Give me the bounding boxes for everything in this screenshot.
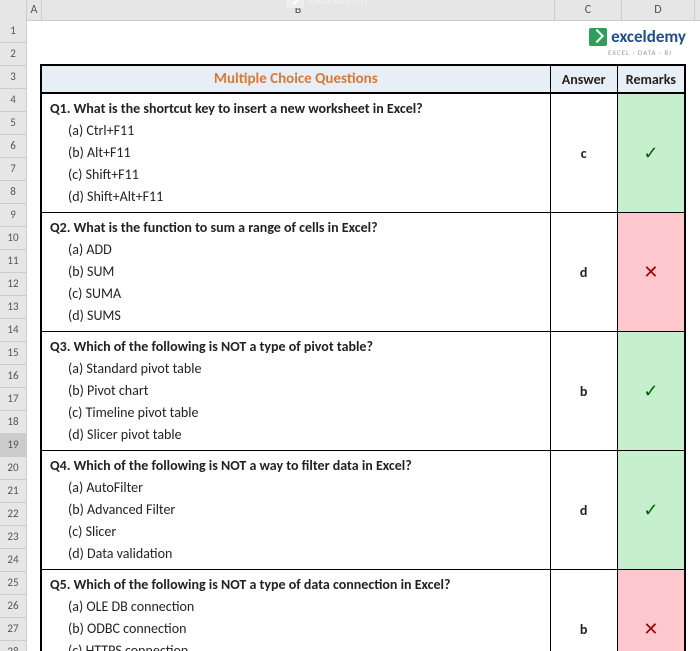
- question-text: Q3. Which of the following is NOT a type…: [50, 336, 542, 358]
- option-text: (a) Standard pivot table: [50, 358, 542, 380]
- answer-cell[interactable]: b: [550, 332, 617, 451]
- row-headers: 1234567891011121314151617181920212223242…: [0, 20, 27, 651]
- row-header-17[interactable]: 17: [0, 388, 26, 411]
- check-icon: ✓: [617, 93, 685, 213]
- question-text: Q2. What is the function to sum a range …: [50, 217, 542, 239]
- option-text: (c) HTTPS connection: [50, 640, 542, 651]
- option-text: (d) SUMS: [50, 305, 542, 327]
- row-header-21[interactable]: 21: [0, 480, 26, 503]
- option-text: (b) Alt+F11: [50, 142, 542, 164]
- row-header-26[interactable]: 26: [0, 595, 26, 618]
- table-header-row: Multiple Choice Questions Answer Remarks: [41, 65, 685, 93]
- col-header-d[interactable]: D: [622, 0, 695, 20]
- row-header-2[interactable]: 2: [0, 43, 26, 66]
- question-cell[interactable]: Q4. Which of the following is NOT a way …: [41, 451, 550, 570]
- option-text: (b) ODBC connection: [50, 618, 542, 640]
- row-header-20[interactable]: 20: [0, 457, 26, 480]
- option-text: (d) Shift+Alt+F11: [50, 186, 542, 208]
- row-header-8[interactable]: 8: [0, 181, 26, 204]
- answer-cell[interactable]: d: [550, 213, 617, 332]
- logo-text: exceldemy: [611, 26, 686, 47]
- question-row: Q3. Which of the following is NOT a type…: [41, 332, 685, 451]
- question-cell[interactable]: Q3. Which of the following is NOT a type…: [41, 332, 550, 451]
- header-answer: Answer: [550, 65, 617, 93]
- logo-icon: [589, 28, 607, 46]
- option-text: (c) Timeline pivot table: [50, 402, 542, 424]
- question-text: Q1. What is the shortcut key to insert a…: [50, 98, 542, 120]
- question-row: Q5. Which of the following is NOT a type…: [41, 570, 685, 651]
- row-header-22[interactable]: 22: [0, 503, 26, 526]
- option-text: (b) Advanced Filter: [50, 499, 542, 521]
- row-header-1[interactable]: 1: [0, 20, 26, 43]
- row-header-9[interactable]: 9: [0, 204, 26, 227]
- answer-cell[interactable]: c: [550, 93, 617, 213]
- column-headers: A B C D: [0, 0, 700, 21]
- question-cell[interactable]: Q1. What is the shortcut key to insert a…: [41, 93, 550, 213]
- col-header-a[interactable]: A: [27, 0, 42, 20]
- row-header-7[interactable]: 7: [0, 158, 26, 181]
- row-header-27[interactable]: 27: [0, 618, 26, 641]
- spreadsheet: A B C D 12345678910111213141516171819202…: [0, 0, 700, 651]
- row-header-6[interactable]: 6: [0, 135, 26, 158]
- row-header-3[interactable]: 3: [0, 66, 26, 89]
- row-header-4[interactable]: 4: [0, 89, 26, 112]
- option-text: (c) SUMA: [50, 283, 542, 305]
- brand-logo: exceldemy: [589, 26, 686, 47]
- row-header-11[interactable]: 11: [0, 250, 26, 273]
- cross-icon: ✕: [617, 213, 685, 332]
- option-text: (a) Ctrl+F11: [50, 120, 542, 142]
- option-text: (a) OLE DB connection: [50, 596, 542, 618]
- row-header-12[interactable]: 12: [0, 273, 26, 296]
- cross-icon: ✕: [617, 570, 685, 651]
- logo-row: exceldemy EXCEL · DATA · BI: [40, 20, 700, 64]
- row-header-15[interactable]: 15: [0, 342, 26, 365]
- row-header-5[interactable]: 5: [0, 112, 26, 135]
- question-row: Q2. What is the function to sum a range …: [41, 213, 685, 332]
- question-row: Q4. Which of the following is NOT a way …: [41, 451, 685, 570]
- row-header-14[interactable]: 14: [0, 319, 26, 342]
- col-header-c[interactable]: C: [555, 0, 622, 20]
- option-text: (a) ADD: [50, 239, 542, 261]
- question-cell[interactable]: Q5. Which of the following is NOT a type…: [41, 570, 550, 651]
- row-header-24[interactable]: 24: [0, 549, 26, 572]
- row-header-13[interactable]: 13: [0, 296, 26, 319]
- question-row: Q1. What is the shortcut key to insert a…: [41, 93, 685, 213]
- question-text: Q5. Which of the following is NOT a type…: [50, 574, 542, 596]
- option-text: (c) Shift+F11: [50, 164, 542, 186]
- row-header-10[interactable]: 10: [0, 227, 26, 250]
- row-header-28[interactable]: 28: [0, 641, 26, 651]
- logo-subtext: EXCEL · DATA · BI: [40, 48, 686, 57]
- question-cell[interactable]: Q2. What is the function to sum a range …: [41, 213, 550, 332]
- option-text: (a) AutoFilter: [50, 477, 542, 499]
- check-icon: ✓: [617, 451, 685, 570]
- option-text: (b) Pivot chart: [50, 380, 542, 402]
- option-text: (d) Data validation: [50, 543, 542, 565]
- row-header-23[interactable]: 23: [0, 526, 26, 549]
- check-icon: ✓: [617, 332, 685, 451]
- question-text: Q4. Which of the following is NOT a way …: [50, 455, 542, 477]
- answer-cell[interactable]: b: [550, 570, 617, 651]
- option-text: (d) Slicer pivot table: [50, 424, 542, 446]
- row-header-16[interactable]: 16: [0, 365, 26, 388]
- option-text: (c) Slicer: [50, 521, 542, 543]
- col-header-b[interactable]: B: [42, 0, 555, 20]
- header-title: Multiple Choice Questions: [41, 65, 550, 93]
- mcq-table: Multiple Choice Questions Answer Remarks…: [40, 64, 686, 651]
- row-header-19[interactable]: 19: [0, 434, 26, 457]
- header-remarks: Remarks: [617, 65, 685, 93]
- answer-cell[interactable]: d: [550, 451, 617, 570]
- option-text: (b) SUM: [50, 261, 542, 283]
- row-header-25[interactable]: 25: [0, 572, 26, 595]
- row-header-18[interactable]: 18: [0, 411, 26, 434]
